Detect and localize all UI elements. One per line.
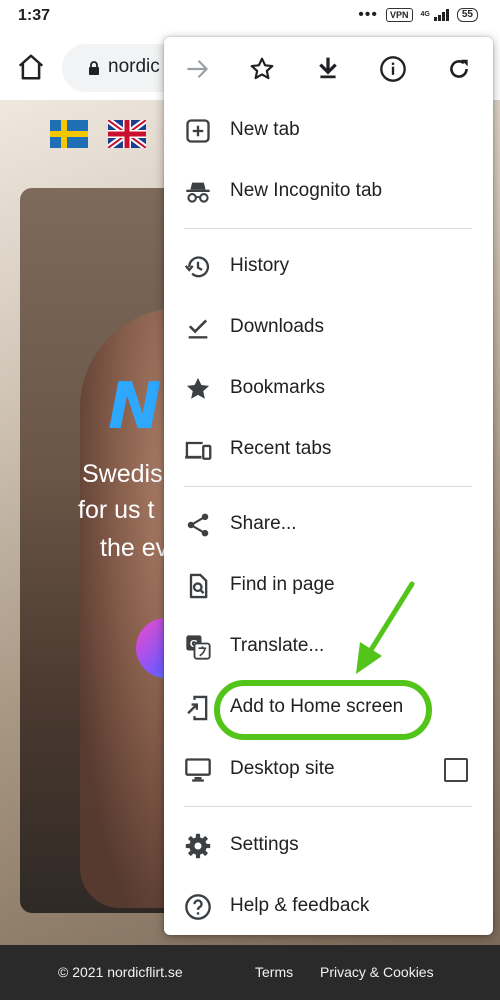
download-page-button[interactable]	[312, 53, 344, 85]
devices-icon	[185, 441, 212, 460]
highlight-ellipse	[214, 680, 432, 740]
status-time: 1:37	[18, 7, 51, 24]
new-tab-icon	[186, 119, 210, 143]
menu-item-help-feedback[interactable]: Help & feedback	[164, 879, 493, 935]
url-text: nordic	[108, 56, 160, 77]
hero-text-line: Swedis	[82, 460, 163, 488]
footer-terms-link[interactable]: Terms	[255, 964, 293, 980]
menu-item-recent-tabs[interactable]: Recent tabs	[164, 422, 493, 478]
menu-item-translate[interactable]: G Translate...	[164, 619, 493, 675]
help-icon	[185, 894, 211, 920]
lock-icon	[89, 61, 99, 75]
menu-item-desktop-site[interactable]: Desktop site	[164, 742, 493, 798]
footer-privacy-link[interactable]: Privacy & Cookies	[320, 964, 434, 980]
hero-text-line: for us t	[78, 496, 155, 524]
menu-item-new-tab[interactable]: New tab	[164, 103, 493, 159]
refresh-button[interactable]	[443, 53, 475, 85]
refresh-icon	[450, 59, 468, 78]
menu-item-settings[interactable]: Settings	[164, 818, 493, 874]
menu-divider	[184, 806, 472, 807]
footer-copyright: © 2021 nordicflirt.se	[58, 964, 183, 980]
network-type: 4G	[420, 11, 430, 18]
download-icon	[319, 57, 337, 79]
menu-item-label: Help & feedback	[230, 895, 370, 916]
page-footer: © 2021 nordicflirt.se Terms Privacy & Co…	[0, 945, 500, 1000]
uk-flag-icon[interactable]	[108, 120, 146, 148]
menu-divider	[184, 486, 472, 487]
desktop-site-checkbox[interactable]	[444, 758, 468, 782]
desktop-monitor-icon	[185, 758, 211, 782]
menu-item-history[interactable]: History	[164, 239, 493, 295]
menu-item-label: Downloads	[230, 316, 324, 337]
page-info-icon	[380, 56, 406, 82]
menu-item-label: Settings	[230, 834, 299, 855]
page-info-button[interactable]	[377, 53, 409, 85]
menu-item-label: Translate...	[230, 635, 325, 656]
share-icon	[187, 513, 209, 537]
menu-item-share[interactable]: Share...	[164, 497, 493, 553]
menu-item-label: Share...	[230, 513, 297, 534]
menu-item-label: History	[230, 255, 290, 276]
bookmarks-star-icon	[186, 377, 210, 399]
status-bar: 1:37 ••• VPN 4G 55	[0, 0, 500, 36]
home-icon	[18, 54, 44, 80]
bookmark-star-icon	[250, 57, 274, 80]
forward-icon	[187, 60, 208, 78]
settings-gear-icon	[185, 833, 211, 859]
menu-item-label: Find in page	[230, 574, 335, 595]
battery-icon: 55	[456, 8, 478, 22]
translate-icon: G	[186, 635, 211, 660]
home-button[interactable]	[16, 52, 46, 82]
notification-dots-icon: •••	[358, 6, 379, 23]
find-in-page-icon	[189, 573, 208, 599]
menu-divider	[184, 228, 472, 229]
menu-item-find-in-page[interactable]: Find in page	[164, 558, 493, 614]
forward-button[interactable]	[182, 53, 214, 85]
menu-item-label: Recent tabs	[230, 438, 332, 459]
vpn-badge: VPN	[386, 8, 413, 22]
bookmark-star-button[interactable]	[246, 53, 278, 85]
sweden-flag-icon[interactable]	[50, 120, 88, 148]
history-icon	[184, 256, 210, 278]
menu-action-row	[164, 37, 493, 101]
site-logo: N	[108, 370, 162, 444]
signal-icon	[433, 9, 449, 21]
menu-item-label: New Incognito tab	[230, 180, 383, 201]
menu-item-downloads[interactable]: Downloads	[164, 300, 493, 356]
downloads-check-icon	[188, 319, 208, 339]
status-indicators: ••• VPN 4G 55	[358, 6, 478, 23]
menu-item-new-incognito-tab[interactable]: New Incognito tab	[164, 164, 493, 220]
annotation-arrow-icon	[356, 581, 415, 674]
menu-item-label: Bookmarks	[230, 377, 326, 398]
menu-item-label: Desktop site	[230, 758, 335, 779]
incognito-icon	[186, 182, 210, 203]
menu-item-label: New tab	[230, 119, 300, 140]
add-to-home-screen-icon	[187, 695, 208, 721]
browser-overflow-menu: New tab New Incognito tab History Downlo…	[164, 37, 493, 935]
hero-text-line: the ev	[100, 534, 169, 562]
menu-item-bookmarks[interactable]: Bookmarks	[164, 361, 493, 417]
